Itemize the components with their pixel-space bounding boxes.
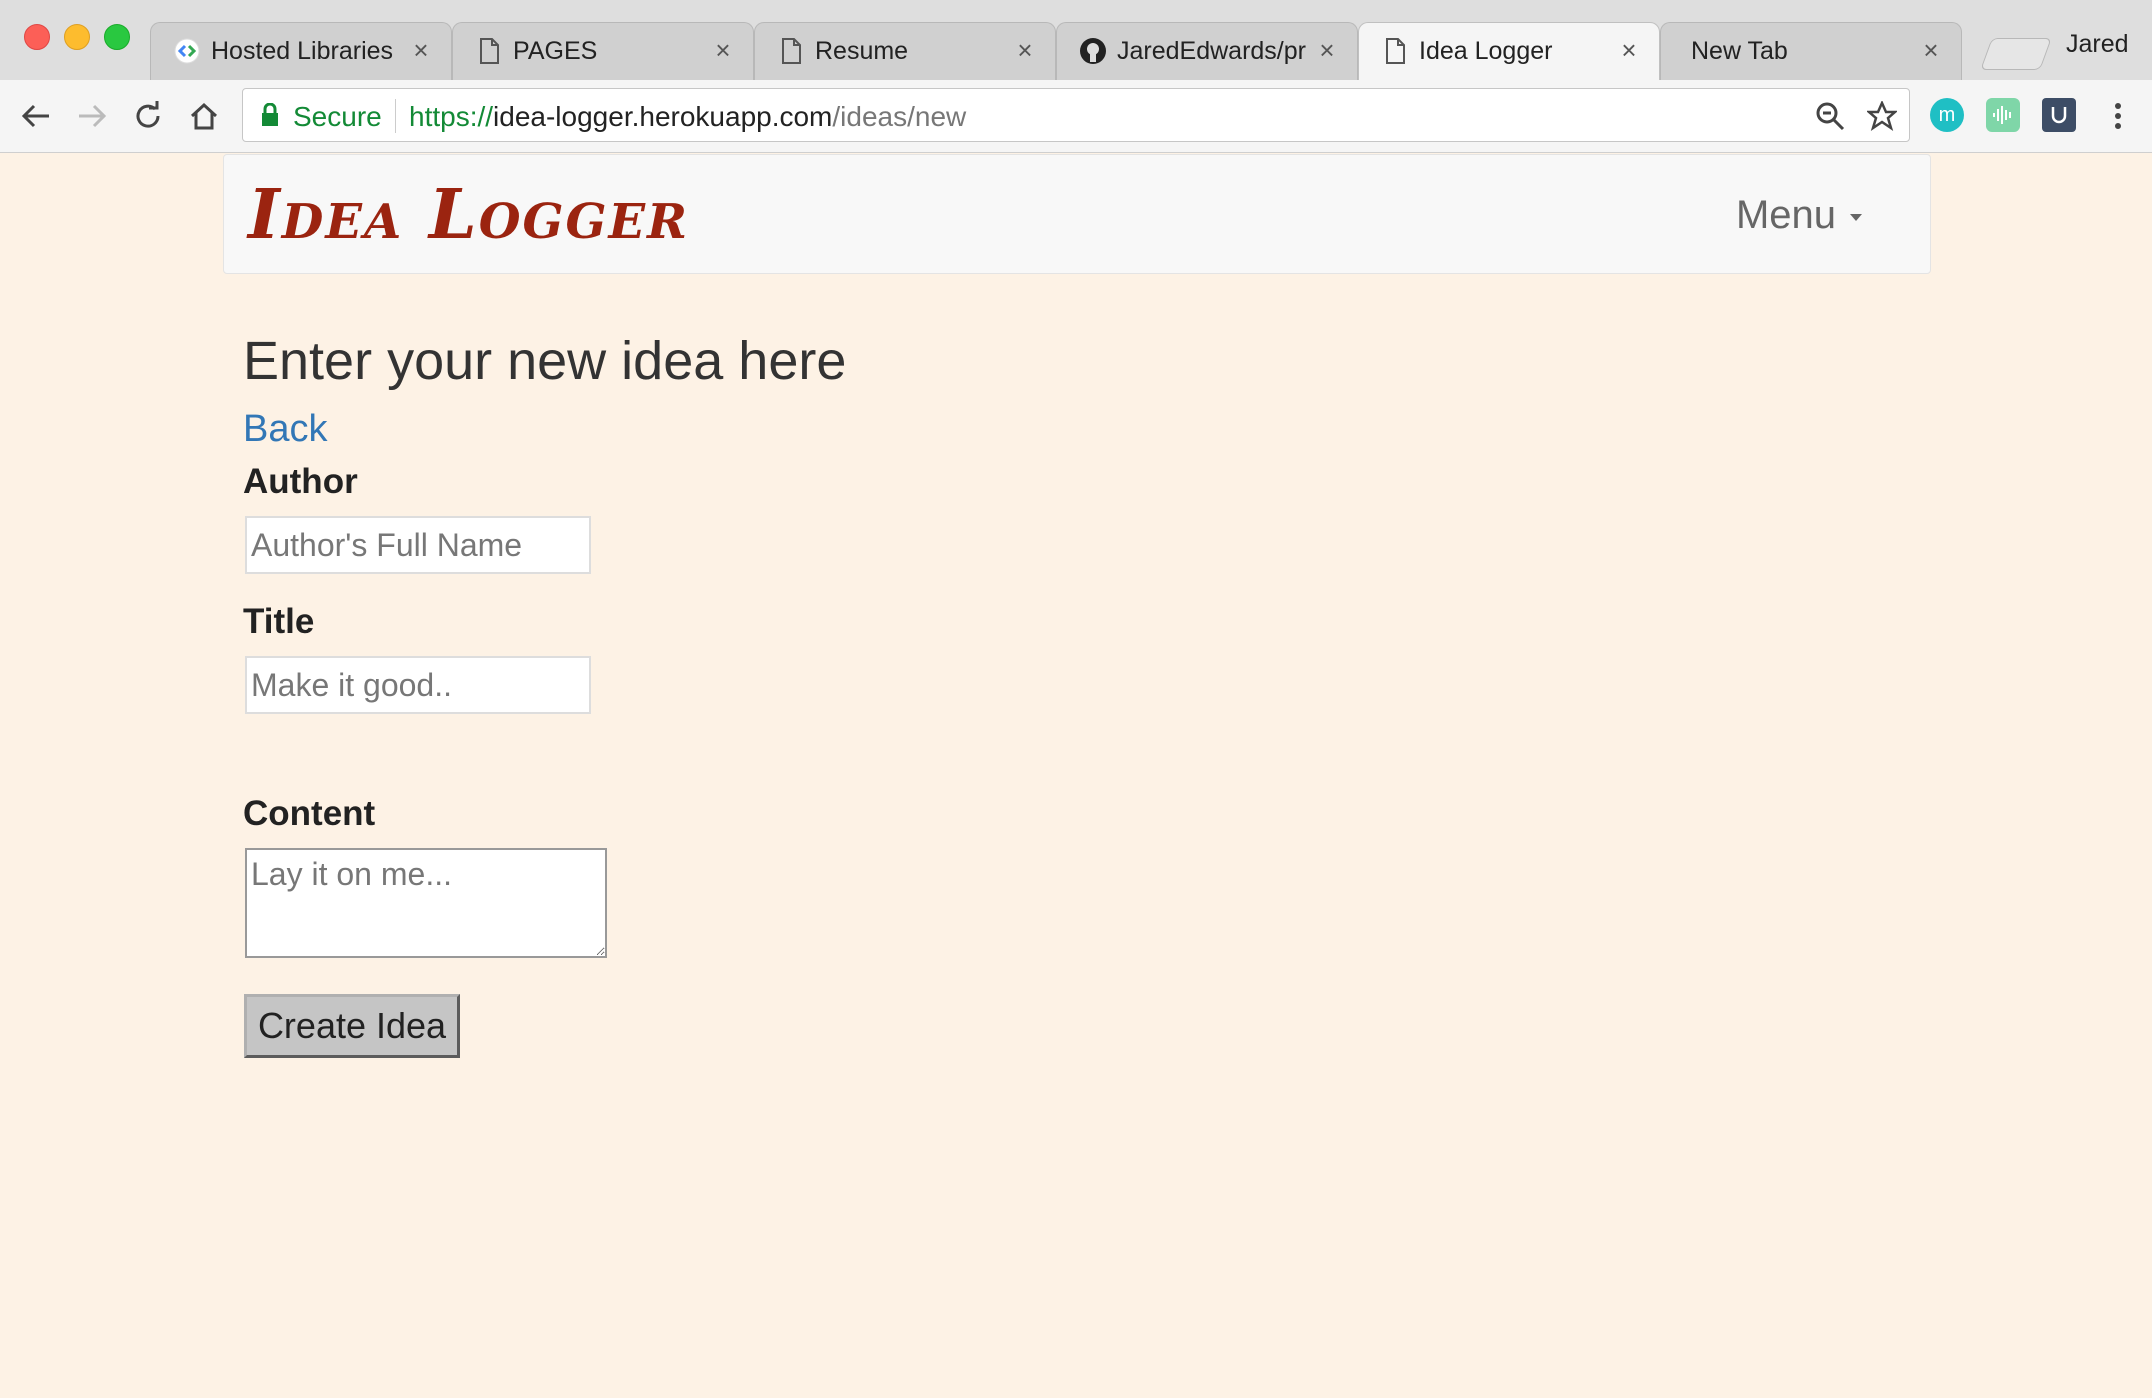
tab-label: PAGES (513, 37, 598, 65)
maximize-window-button[interactable] (104, 24, 130, 50)
close-tab-icon[interactable]: × (1011, 35, 1039, 66)
back-arrow-icon[interactable] (16, 96, 56, 136)
tab-label: JaredEdwards/pr (1117, 37, 1306, 65)
github-icon (1079, 37, 1107, 65)
browser-toolbar: Secure https://idea-logger.herokuapp.com… (0, 80, 2152, 153)
tab-label: Hosted Libraries (211, 37, 394, 65)
author-input[interactable] (245, 516, 591, 574)
tab-label: New Tab (1691, 37, 1788, 65)
browser-menu-icon[interactable] (2098, 96, 2138, 136)
close-tab-icon[interactable]: × (1917, 35, 1945, 66)
extension-soundwave-icon[interactable] (1986, 98, 2020, 132)
extension-shield-icon[interactable] (2042, 98, 2076, 132)
address-bar[interactable]: Secure https://idea-logger.herokuapp.com… (242, 88, 1910, 142)
document-icon (1381, 37, 1409, 65)
tab-idea-logger[interactable]: Idea Logger × (1358, 22, 1660, 82)
tab-hosted-libraries[interactable]: Hosted Libraries × (150, 22, 452, 80)
secure-label: Secure (293, 101, 382, 132)
tab-resume[interactable]: Resume × (754, 22, 1056, 80)
menu-dropdown-toggle[interactable]: Menu (1736, 193, 1862, 238)
tab-github[interactable]: JaredEdwards/pr × (1056, 22, 1358, 80)
zoom-icon[interactable] (1813, 99, 1847, 133)
divider (395, 99, 396, 133)
tab-pages[interactable]: PAGES × (452, 22, 754, 80)
tab-label: Idea Logger (1419, 37, 1553, 65)
author-label: Author (243, 462, 358, 501)
tab-label: Resume (815, 37, 909, 65)
document-icon (475, 37, 503, 65)
close-tab-icon[interactable]: × (407, 35, 435, 66)
close-window-button[interactable] (24, 24, 50, 50)
home-icon[interactable] (184, 96, 224, 136)
bookmark-star-icon[interactable] (1865, 99, 1899, 133)
back-link[interactable]: Back (243, 408, 327, 451)
lock-icon (261, 102, 279, 132)
browser-tab-strip: Hosted Libraries × PAGES × Resume × Jare… (0, 0, 2152, 82)
title-input[interactable] (245, 656, 591, 714)
tab-new-tab[interactable]: New Tab × (1660, 22, 1962, 80)
new-tab-button[interactable] (1980, 38, 2052, 70)
site-navbar: Idea Logger Menu (223, 154, 1931, 274)
content-textarea[interactable] (245, 848, 607, 958)
forward-arrow-icon[interactable] (72, 96, 112, 136)
content-label: Content (243, 794, 376, 833)
site-brand[interactable]: Idea Logger (248, 175, 689, 255)
profile-name[interactable]: Jared (2066, 30, 2129, 59)
close-tab-icon[interactable]: × (709, 35, 737, 66)
reload-icon[interactable] (128, 96, 168, 136)
page-heading: Enter your new idea here (243, 331, 847, 391)
minimize-window-button[interactable] (64, 24, 90, 50)
extension-m-icon[interactable]: m (1930, 98, 1964, 132)
menu-label: Menu (1735, 193, 1836, 237)
close-tab-icon[interactable]: × (1615, 35, 1643, 66)
close-tab-icon[interactable]: × (1313, 35, 1341, 66)
url-text[interactable]: https://idea-logger.herokuapp.com/ideas/… (409, 101, 966, 133)
title-label: Title (243, 602, 315, 641)
document-icon (777, 37, 805, 65)
google-developers-icon (173, 37, 201, 65)
create-idea-button[interactable]: Create Idea (244, 994, 460, 1058)
caret-down-icon (1850, 213, 1862, 221)
